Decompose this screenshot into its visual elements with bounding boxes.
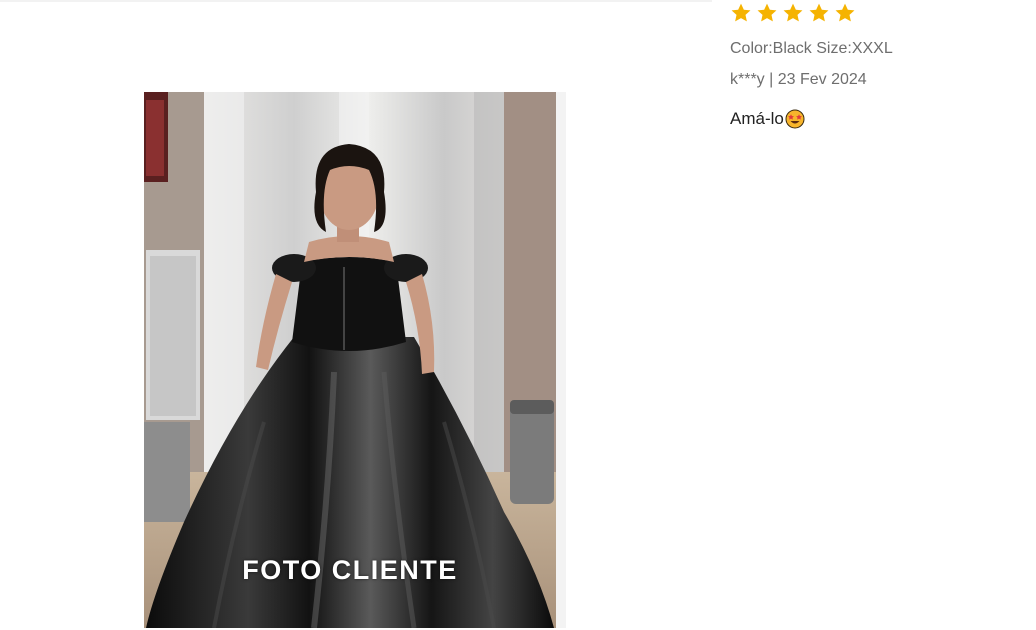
- review-photo-panel: FOTO CLIENTE: [0, 0, 712, 630]
- review-author-date: k***y | 23 Fev 2024: [730, 71, 867, 88]
- star-struck-emoji-icon: [785, 109, 805, 129]
- star-icon: [808, 2, 830, 28]
- review-text-row: Amá-lo: [730, 109, 1030, 129]
- photo-caption: FOTO CLIENTE: [242, 555, 458, 585]
- review-card: Color:Black Size:XXXL k***y | 23 Fev 202…: [730, 0, 1030, 129]
- star-icon: [834, 2, 856, 28]
- star-rating: [730, 2, 1030, 28]
- star-icon: [782, 2, 804, 28]
- customer-photo-image: [144, 92, 556, 628]
- photo-edge: [556, 92, 566, 628]
- star-icon: [730, 2, 752, 28]
- customer-photo[interactable]: FOTO CLIENTE: [144, 92, 556, 628]
- star-icon: [756, 2, 778, 28]
- review-text: Amá-lo: [730, 109, 784, 128]
- review-attributes: Color:Black Size:XXXL: [730, 40, 893, 57]
